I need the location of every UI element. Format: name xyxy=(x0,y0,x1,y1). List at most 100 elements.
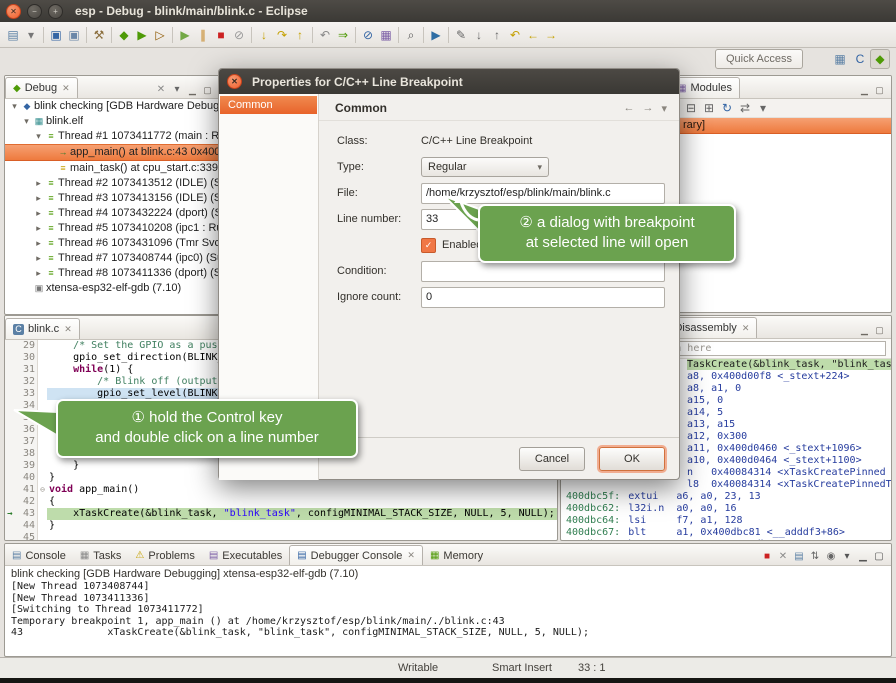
expanded-twistie-icon[interactable]: ▾ xyxy=(33,129,44,144)
debug-tree-item[interactable]: ▸≡Thread #5 1073410208 (ipc1 : Runni xyxy=(5,221,219,236)
line-number[interactable]: 31 xyxy=(15,364,38,376)
resume-icon[interactable]: ▶ xyxy=(176,26,194,44)
type-dropdown[interactable]: Regular ▾ xyxy=(421,157,549,177)
build-icon[interactable]: ⚒ xyxy=(90,26,108,44)
window-close-button[interactable]: ✕ xyxy=(6,4,21,19)
tab-problems[interactable]: ⚠Problems xyxy=(128,546,201,565)
step-over-icon[interactable]: ↷ xyxy=(273,26,291,44)
search-icon[interactable]: ⌕ xyxy=(402,26,420,44)
collapsed-twistie-icon[interactable]: ▸ xyxy=(33,266,44,281)
collapsed-twistie-icon[interactable]: ▸ xyxy=(33,191,44,206)
view-menu-icon[interactable]: ▾ xyxy=(169,82,185,98)
line-number[interactable]: 38 xyxy=(15,448,38,460)
collapsed-twistie-icon[interactable]: ▸ xyxy=(33,236,44,251)
save-all-icon[interactable]: ▣ xyxy=(65,26,83,44)
pin-console-icon[interactable]: ◉ xyxy=(823,549,839,565)
next-annotation-icon[interactable]: ↓ xyxy=(470,26,488,44)
link-with-debug-icon[interactable]: ⇄ xyxy=(736,99,754,117)
debug-perspective-icon[interactable]: ◆ xyxy=(870,49,890,69)
new-project-icon[interactable]: ▦ xyxy=(377,26,395,44)
profile-icon[interactable]: ▷ xyxy=(151,26,169,44)
debug-tree-item[interactable]: ▸≡Thread #7 1073408744 (ipc0) (Susp xyxy=(5,251,219,266)
debug-tree-item[interactable]: ▸≡Thread #2 1073413512 (IDLE) (Susp xyxy=(5,176,219,191)
window-minimize-button[interactable]: − xyxy=(27,4,42,19)
console-output[interactable]: [New Thread 1073408744][New Thread 10734… xyxy=(5,581,891,639)
clear-console-icon[interactable]: ▤ xyxy=(791,549,807,565)
sidebar-item-common[interactable]: Common xyxy=(220,96,317,114)
tab-tasks[interactable]: ▦Tasks xyxy=(73,546,129,565)
skip-breakpoints-icon[interactable]: ⊘ xyxy=(359,26,377,44)
new-dropdown-icon[interactable]: ▾ xyxy=(22,26,40,44)
scroll-lock-icon[interactable]: ⇅ xyxy=(807,549,823,565)
tab-memory[interactable]: ▦Memory xyxy=(423,546,490,565)
close-icon[interactable]: ✕ xyxy=(64,324,72,335)
debug-tree-item[interactable]: ≡main_task() at cpu_start.c:339 0x4 xyxy=(5,161,219,176)
cpp-perspective-icon[interactable]: C xyxy=(850,49,870,69)
prev-annotation-icon[interactable]: ↑ xyxy=(488,26,506,44)
cancel-button[interactable]: Cancel xyxy=(519,447,585,471)
remove-all-terminated-icon[interactable]: ✕ xyxy=(153,82,169,98)
terminate-icon[interactable]: ■ xyxy=(212,26,230,44)
console-menu-icon[interactable]: ▾ xyxy=(839,549,855,565)
maximize-icon[interactable]: ▢ xyxy=(872,323,887,338)
line-number[interactable]: 32 xyxy=(15,376,38,388)
close-icon[interactable]: ✕ xyxy=(742,323,750,334)
expanded-twistie-icon[interactable]: ▾ xyxy=(9,99,20,114)
debug-tree-item[interactable]: →app_main() at blink.c:43 0x400dbc xyxy=(5,144,219,161)
back-icon[interactable]: ← xyxy=(619,102,638,115)
tab-blink-c[interactable]: C blink.c ✕ xyxy=(5,318,80,339)
line-number[interactable]: 42 xyxy=(15,496,38,508)
chevron-down-icon[interactable]: ▾ xyxy=(657,102,671,115)
close-icon[interactable]: ✕ xyxy=(407,550,415,561)
tab-console[interactable]: ▤Console xyxy=(5,546,73,565)
tab-debugger-console[interactable]: ▤Debugger Console✕ xyxy=(289,545,423,565)
collapsed-twistie-icon[interactable]: ▸ xyxy=(33,176,44,191)
step-return-icon[interactable]: ↑ xyxy=(291,26,309,44)
code-text[interactable]: } xyxy=(47,520,557,532)
forward-icon[interactable]: → xyxy=(542,26,560,44)
ok-button[interactable]: OK xyxy=(599,447,665,471)
debug-tree-item[interactable]: ▸≡Thread #6 1073431096 (Tmr Svc) (S xyxy=(5,236,219,251)
drop-to-frame-icon[interactable]: ↶ xyxy=(316,26,334,44)
line-number[interactable]: 39 xyxy=(15,460,38,472)
code-text[interactable]: { xyxy=(47,496,557,508)
collapsed-twistie-icon[interactable]: ▸ xyxy=(33,221,44,236)
suspend-icon[interactable]: ∥ xyxy=(194,26,212,44)
code-text[interactable]: void app_main() xyxy=(47,484,557,496)
debug-tree-item[interactable]: ▾◆blink checking [GDB Hardware Debug xyxy=(5,99,219,114)
debug-tree-item[interactable]: ▸≡Thread #3 1073413156 (IDLE) (Susp xyxy=(5,191,219,206)
step-into-icon[interactable]: ↓ xyxy=(255,26,273,44)
tab-debug[interactable]: ◆ Debug ✕ xyxy=(5,77,78,98)
save-icon[interactable]: ▣ xyxy=(47,26,65,44)
line-number[interactable]: 43 xyxy=(15,508,38,520)
open-perspective-icon[interactable]: ▦ xyxy=(830,49,850,69)
quick-access-button[interactable]: Quick Access xyxy=(715,49,803,69)
new-wizard-icon[interactable]: ▤ xyxy=(4,26,22,44)
code-text[interactable]: xTaskCreate(&blink_task, "blink_task", c… xyxy=(47,508,557,520)
terminate-icon[interactable]: ■ xyxy=(759,549,775,565)
collapse-all-icon[interactable]: ⊟ xyxy=(682,99,700,117)
last-edit-icon[interactable]: ↶ xyxy=(506,26,524,44)
expand-all-icon[interactable]: ⊞ xyxy=(700,99,718,117)
debug-tree-item[interactable]: ▣xtensa-esp32-elf-gdb (7.10) xyxy=(5,281,219,296)
code-text[interactable] xyxy=(47,532,557,541)
line-number[interactable]: 45 xyxy=(15,532,38,541)
minimize-icon[interactable]: ▁ xyxy=(855,549,871,565)
fold-collapse-icon[interactable]: ⊖ xyxy=(38,484,47,496)
ignore-count-input[interactable] xyxy=(421,287,665,308)
debug-icon[interactable]: ◆ xyxy=(115,26,133,44)
debug-tree-item[interactable]: ▾≡Thread #1 1073411772 (main : Runn xyxy=(5,129,219,144)
back-icon[interactable]: ← xyxy=(524,26,542,44)
disconnect-icon[interactable]: ⊘ xyxy=(230,26,248,44)
debug-tree-item[interactable]: ▸≡Thread #8 1073411336 (dport) (Sus xyxy=(5,266,219,281)
external-tools-icon[interactable]: ▶ xyxy=(427,26,445,44)
tab-executables[interactable]: ▤Executables xyxy=(202,546,289,565)
maximize-icon[interactable]: ▢ xyxy=(872,83,887,98)
run-icon[interactable]: ▶ xyxy=(133,26,151,44)
refresh-icon[interactable]: ↻ xyxy=(718,99,736,117)
condition-input[interactable] xyxy=(421,261,665,282)
expanded-twistie-icon[interactable]: ▾ xyxy=(21,114,32,129)
collapsed-twistie-icon[interactable]: ▸ xyxy=(33,206,44,221)
dialog-close-button[interactable]: ✕ xyxy=(227,74,242,89)
maximize-icon[interactable]: ▢ xyxy=(871,549,887,565)
